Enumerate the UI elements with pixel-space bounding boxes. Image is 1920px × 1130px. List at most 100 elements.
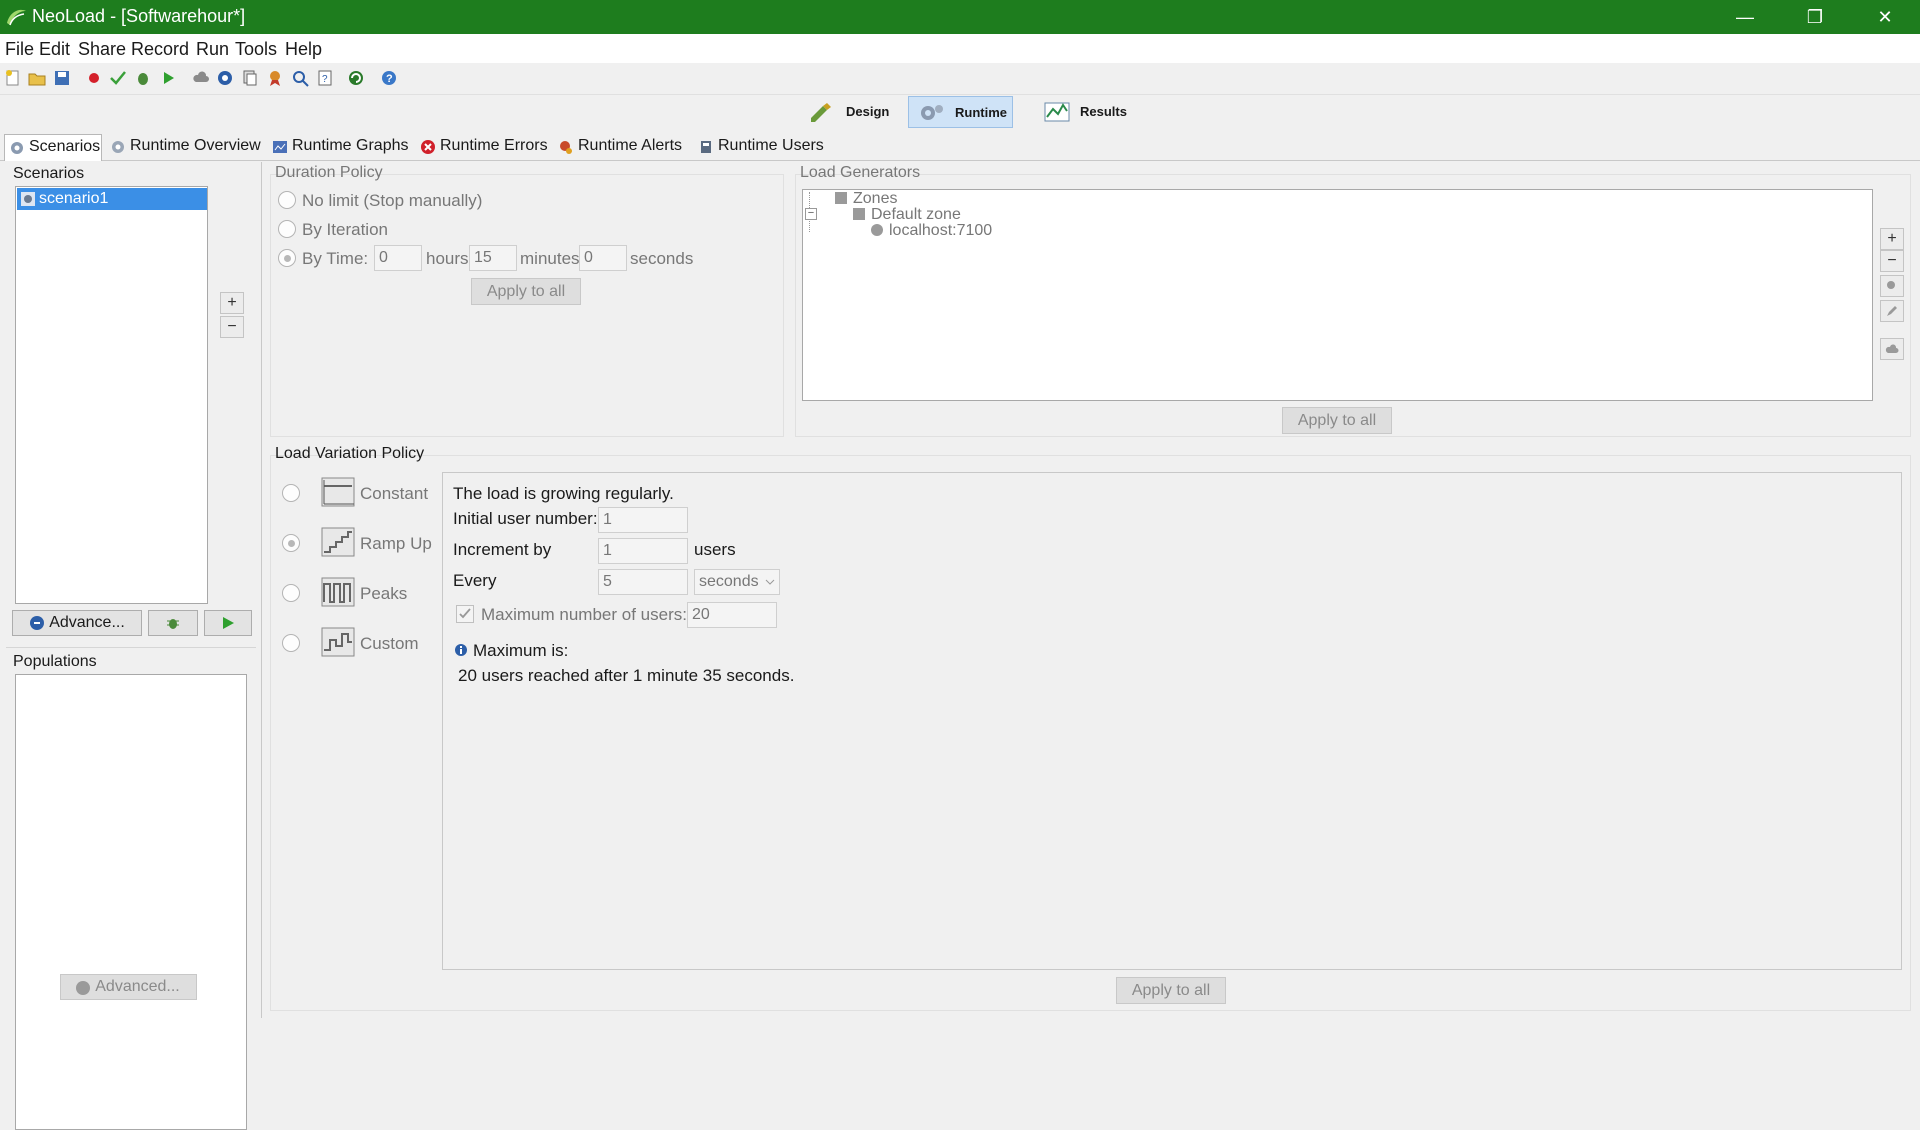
globe-icon[interactable]: [216, 69, 234, 87]
cloud-icon[interactable]: [192, 69, 210, 87]
copy-icon[interactable]: [241, 69, 259, 87]
every-label: Every: [453, 571, 497, 590]
hours-label: hours: [426, 249, 469, 268]
add-scenario-button[interactable]: +: [220, 292, 244, 314]
toolbar: ? ?: [0, 63, 1920, 95]
no-limit-radio[interactable]: [278, 191, 296, 209]
tree-collapse-toggle[interactable]: −: [805, 208, 817, 220]
close-button[interactable]: ✕: [1850, 0, 1920, 34]
max-users-label: Maximum number of users:: [481, 605, 687, 624]
tab-runtime-users[interactable]: Runtime Users: [694, 134, 824, 161]
save-icon[interactable]: [53, 69, 71, 87]
increment-input[interactable]: 1: [598, 538, 688, 564]
max-users-input[interactable]: 20: [687, 602, 777, 628]
certificate-icon[interactable]: [266, 69, 284, 87]
advanced-button[interactable]: Advanced...: [60, 974, 197, 1000]
check-icon[interactable]: [109, 69, 127, 87]
add-generator-button[interactable]: +: [1880, 228, 1904, 250]
svg-text:?: ?: [322, 74, 328, 85]
load-generators-apply-to-all-button[interactable]: Apply to all: [1282, 407, 1392, 434]
graph-icon: [273, 141, 287, 153]
restore-button[interactable]: ❐: [1780, 0, 1850, 34]
scenario-item[interactable]: scenario1: [17, 188, 207, 210]
tab-runtime-errors[interactable]: Runtime Errors: [416, 134, 552, 161]
bug-icon[interactable]: [134, 69, 152, 87]
bug-icon: [167, 619, 179, 629]
maximum-is-label: Maximum is:: [473, 641, 569, 660]
refresh-icon[interactable]: [347, 69, 365, 87]
help-icon[interactable]: ?: [380, 69, 398, 87]
ramp-up-label: Ramp Up: [360, 534, 432, 553]
by-time-radio[interactable]: [278, 249, 296, 267]
results-perspective-button[interactable]: Results: [1034, 96, 1134, 128]
load-variation-label: Load Variation Policy: [275, 445, 425, 462]
debug-scenario-button[interactable]: [148, 610, 198, 636]
tab-runtime-errors-label: Runtime Errors: [440, 137, 548, 154]
load-generators-label: Load Generators: [800, 164, 921, 181]
menu-record[interactable]: Record: [131, 39, 189, 60]
design-perspective-button[interactable]: Design: [800, 96, 889, 128]
tab-bar: Scenarios Runtime Overview Runtime Graph…: [0, 131, 1920, 161]
remove-scenario-button[interactable]: −: [220, 316, 244, 338]
hours-input[interactable]: 0: [374, 245, 422, 271]
run-scenario-button[interactable]: [204, 610, 252, 636]
every-unit-select[interactable]: seconds: [694, 569, 780, 595]
edit-generator-button[interactable]: [1880, 300, 1904, 322]
peaks-radio[interactable]: [282, 584, 300, 602]
initial-user-input[interactable]: 1: [598, 507, 688, 533]
constant-radio[interactable]: [282, 484, 300, 502]
seconds-label: seconds: [630, 249, 694, 268]
every-input[interactable]: 5: [598, 569, 688, 595]
play-icon[interactable]: [159, 69, 177, 87]
tab-scenarios[interactable]: Scenarios: [4, 134, 102, 161]
new-project-icon[interactable]: [4, 69, 22, 87]
menu-file[interactable]: File: [5, 39, 34, 60]
open-project-icon[interactable]: [28, 69, 46, 87]
runtime-perspective-button[interactable]: Runtime: [908, 96, 1013, 128]
minimize-button[interactable]: —: [1710, 0, 1780, 34]
menu-help[interactable]: Help: [285, 39, 322, 60]
load-variation-apply-to-all-button[interactable]: Apply to all: [1116, 977, 1226, 1004]
help-doc-icon[interactable]: ?: [316, 69, 334, 87]
cloud-generator-button[interactable]: [1880, 338, 1904, 360]
tree-host-label[interactable]: localhost:7100: [889, 222, 992, 240]
seconds-input[interactable]: 0: [579, 245, 627, 271]
menu-edit[interactable]: Edit: [39, 39, 70, 60]
menu-tools[interactable]: Tools: [235, 39, 277, 60]
advance-button[interactable]: Advance...: [12, 610, 142, 636]
menu-share[interactable]: Share: [78, 39, 126, 60]
by-iteration-radio[interactable]: [278, 220, 296, 238]
max-users-checkbox[interactable]: [456, 605, 474, 623]
constant-chart-icon: [321, 477, 355, 507]
host-icon: [871, 224, 883, 236]
scenario-icon: [21, 192, 35, 206]
svg-text:?: ?: [386, 73, 393, 85]
search-generator-button[interactable]: [1880, 275, 1904, 297]
menu-run[interactable]: Run: [196, 39, 229, 60]
tab-runtime-users-label: Runtime Users: [718, 137, 824, 154]
tab-runtime-overview[interactable]: Runtime Overview: [106, 134, 266, 161]
zones-icon: [835, 192, 847, 204]
design-label: Design: [846, 104, 890, 119]
tab-runtime-graphs[interactable]: Runtime Graphs: [268, 134, 414, 161]
runtime-gears-icon: [921, 105, 943, 120]
remove-generator-button[interactable]: −: [1880, 250, 1904, 272]
initial-user-label: Initial user number:: [453, 509, 598, 528]
left-panel: Scenarios scenario1 + − Advance... Popul…: [0, 162, 262, 1130]
scenarios-icon: [11, 142, 23, 154]
minutes-input[interactable]: 15: [469, 245, 517, 271]
ramp-up-radio[interactable]: [282, 534, 300, 552]
record-icon[interactable]: [85, 69, 103, 87]
search-icon[interactable]: [291, 69, 309, 87]
error-icon: [421, 140, 435, 154]
duration-apply-to-all-button[interactable]: Apply to all: [471, 278, 581, 305]
duration-policy-group: [270, 174, 784, 437]
checkmark-icon: [459, 608, 471, 619]
edit-icon: [1887, 306, 1897, 316]
custom-radio[interactable]: [282, 634, 300, 652]
alert-icon: [560, 141, 572, 154]
by-time-label: By Time:: [302, 249, 369, 268]
tab-runtime-alerts[interactable]: Runtime Alerts: [554, 134, 692, 161]
no-limit-label: No limit (Stop manually): [302, 191, 483, 210]
peaks-label: Peaks: [360, 584, 408, 603]
